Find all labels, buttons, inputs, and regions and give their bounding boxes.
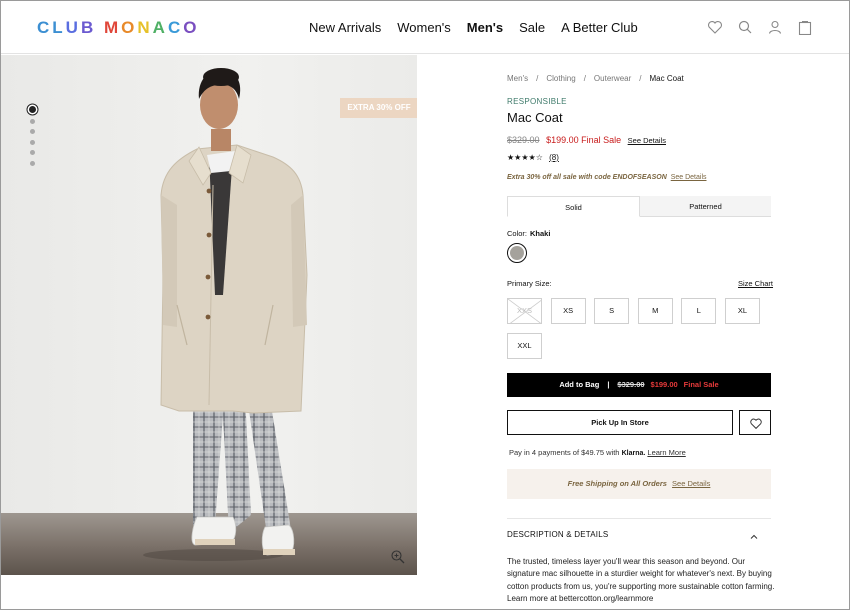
size-option-xxl[interactable]: XXL (507, 333, 542, 359)
site-header: CLUB MONACO New Arrivals Women's Men's S… (1, 1, 849, 54)
review-count-link[interactable]: (8) (549, 153, 559, 162)
promo-see-details-link[interactable]: See Details (671, 174, 707, 181)
size-option-label: S (609, 306, 615, 315)
nav-new-arrivals[interactable]: New Arrivals (309, 20, 381, 35)
size-option-label: L (696, 306, 701, 315)
unavailable-strike (508, 299, 541, 323)
product-image[interactable]: EXTRA 30% OFF (1, 55, 417, 575)
logo-letter: C (37, 18, 53, 37)
star-rating: ★★★★☆ (507, 153, 543, 162)
klarna-text: Pay in 4 payments of $49.75 with (509, 448, 620, 457)
shipping-banner: Free Shipping on All Orders See Details (507, 469, 771, 499)
color-label-text: Color: (507, 229, 528, 238)
klarna-logo: Klarna. (621, 450, 646, 457)
search-icon[interactable] (737, 19, 753, 35)
logo-letter (96, 18, 104, 38)
model-illustration (143, 68, 308, 561)
size-chart-link[interactable]: Size Chart (738, 279, 773, 288)
size-option-label: XS (563, 306, 574, 315)
chevron-up-icon[interactable] (749, 529, 759, 539)
breadcrumb-current: Mac Coat (649, 74, 684, 83)
color-value: Khaki (530, 229, 551, 238)
heart-icon[interactable] (707, 19, 723, 35)
main-nav: New Arrivals Women's Men's Sale A Better… (309, 20, 654, 35)
logo-letter: O (183, 18, 200, 37)
pattern-tabs: Solid Patterned (507, 196, 771, 217)
bag-sale-price: $199.00 (650, 380, 678, 389)
description-text: The trusted, timeless layer you'll wear … (507, 557, 775, 603)
swatch-fill (510, 246, 524, 260)
color-label: Color: Khaki (507, 229, 550, 238)
carousel-dot[interactable] (29, 150, 35, 155)
size-label: Primary Size: (507, 279, 552, 288)
breadcrumb-outerwear[interactable]: Outerwear (594, 74, 631, 83)
logo-letter: C (167, 18, 184, 37)
logo-letter: B (80, 18, 97, 37)
size-option-xs[interactable]: XS (550, 298, 586, 324)
product-title: Mac Coat (507, 110, 563, 125)
tab-patterned[interactable]: Patterned (640, 196, 771, 217)
nav-mens[interactable]: Men's (467, 20, 503, 35)
carousel-dot[interactable] (29, 139, 35, 145)
carousel-dot[interactable] (28, 106, 36, 113)
original-price: $329.00 (507, 135, 540, 145)
header-icons (707, 19, 827, 36)
account-icon[interactable] (767, 19, 783, 35)
logo-letter: O (121, 18, 138, 37)
add-to-bag-label: Add to Bag (559, 380, 600, 389)
size-option-label: XL (737, 306, 748, 315)
breadcrumb-mens[interactable]: Men's (507, 74, 528, 83)
size-option-l[interactable]: L (681, 298, 717, 324)
bag-icon[interactable] (797, 19, 813, 36)
nav-a-better-club[interactable]: A Better Club (561, 20, 638, 35)
section-divider (507, 518, 771, 519)
carousel-dot[interactable] (29, 129, 35, 134)
carousel-dot[interactable] (29, 160, 35, 166)
sale-price: $199.00 Final Sale (546, 135, 622, 145)
pick-up-in-store-button[interactable]: Pick Up In Store (507, 410, 733, 435)
add-to-bag-button[interactable]: Add to Bag | $329.00 $199.00 Final Sale (507, 373, 771, 397)
carousel-dot[interactable] (29, 118, 35, 124)
bag-final-sale: Final Sale (683, 380, 719, 389)
discount-badge: EXTRA 30% OFF (340, 98, 417, 118)
klarna-message: Pay in 4 payments of $49.75 with Klarna.… (509, 448, 686, 457)
logo-letter: A (152, 18, 168, 37)
zoom-in-icon[interactable] (390, 549, 406, 565)
logo-letter: N (137, 18, 153, 37)
breadcrumb: Men's / Clothing / Outerwear / Mac Coat (507, 74, 684, 83)
promo-text: Extra 30% off all sale with code ENDOFSE… (507, 174, 667, 181)
bag-original-price: $329.00 (617, 380, 645, 389)
bag-separator: | (607, 380, 610, 389)
color-swatch-khaki[interactable] (507, 243, 527, 263)
club-monaco-logo[interactable]: CLUB MONACO (37, 18, 199, 38)
image-carousel-dots (28, 106, 36, 171)
tab-solid[interactable]: Solid (507, 196, 640, 217)
size-option-label: M (652, 306, 659, 315)
price-row: $329.00 $199.00 Final Sale See Details (507, 135, 666, 145)
size-option-xl[interactable]: XL (725, 298, 760, 324)
size-option-s[interactable]: S (594, 298, 630, 324)
logo-letter: M (103, 18, 122, 37)
nav-womens[interactable]: Women's (397, 20, 451, 35)
responsible-tag: RESPONSIBLE (507, 97, 567, 106)
breadcrumb-clothing[interactable]: Clothing (546, 74, 575, 83)
size-option-label: XXL (517, 341, 532, 350)
shipping-text: Free Shipping on All Orders (567, 479, 667, 488)
nav-sale[interactable]: Sale (519, 20, 545, 35)
rating-row: ★★★★☆ (8) (507, 153, 559, 162)
promo-message: Extra 30% off all sale with code ENDOFSE… (507, 174, 707, 181)
size-option-xxs[interactable]: XXS (507, 298, 542, 324)
shipping-see-details-link[interactable]: See Details (672, 479, 710, 488)
klarna-learn-more-link[interactable]: Learn More (647, 448, 685, 457)
size-option-m[interactable]: M (637, 298, 673, 324)
wishlist-button[interactable] (739, 410, 771, 435)
price-see-details-link[interactable]: See Details (628, 136, 666, 145)
logo-letter: U (65, 18, 81, 37)
heart-icon (750, 418, 762, 430)
description-heading[interactable]: DESCRIPTION & DETAILS (507, 530, 608, 539)
logo-letter: L (52, 18, 66, 37)
